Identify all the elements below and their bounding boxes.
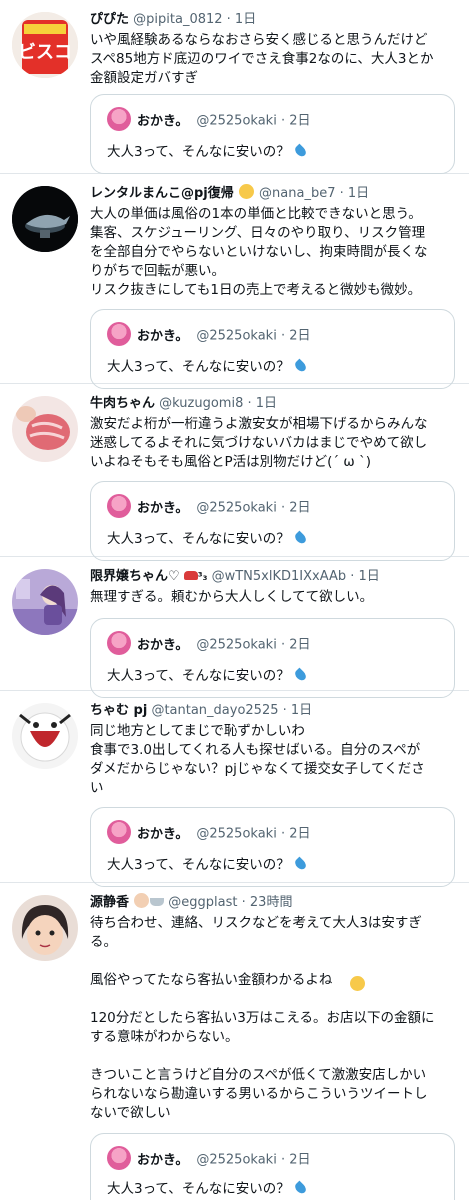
timestamp[interactable]: · 1日 — [340, 186, 370, 201]
tweet[interactable]: ビスコ ぴぴた @pipita_0812 · 1日 いや風経験あるならなおさら安… — [0, 0, 469, 174]
snack-box-avatar[interactable]: ビスコ — [12, 12, 78, 78]
handle[interactable]: @tantan_dayo2525 — [151, 703, 278, 718]
timestamp[interactable]: · 1日 — [247, 396, 277, 411]
quoted-name[interactable]: おかき。 — [137, 329, 188, 344]
tweet[interactable]: レンタルまんこ@pj復帰 @nana_be7 · 1日 大人の単価は風俗の1本の… — [0, 174, 469, 389]
quoted-tweet[interactable]: おかき。 @2525okaki · 2日 大人3って、そんなに安いの？ — [90, 618, 455, 698]
droplet-icon — [292, 143, 308, 159]
quoted-tweet[interactable]: おかき。 @2525okaki · 2日 大人3って、そんなに安いの？ — [90, 1133, 455, 1200]
display-name[interactable]: ちゃむ pj — [90, 703, 147, 718]
quoted-text: 大人3って、そんなに安いの？ — [107, 531, 290, 547]
magic-lamp-avatar[interactable] — [12, 186, 78, 252]
tweet-text: 同じ地方としてまじで恥ずかしいわ 食事で3.0出してくれる人も探せばいる。自分の… — [90, 723, 425, 796]
display-name[interactable]: ぴぴた — [90, 12, 129, 27]
tweet[interactable]: 源静香 @eggplast · 23時間 待ち合わせ、連絡、リスクなどを考えて大… — [0, 883, 469, 1200]
woman-emoji-icon — [134, 893, 150, 908]
quoted-handle[interactable]: @2525okaki — [196, 114, 276, 129]
handle[interactable]: @pipita_0812 — [133, 12, 222, 27]
timestamp[interactable]: · 23時間 — [242, 895, 293, 910]
quoted-name[interactable]: おかき。 — [137, 501, 188, 516]
tweet[interactable]: 限界嬢ちゃん♡ ³₃ @wTN5xlKD1IXxAAb · 1日 無理すぎる。頼… — [0, 557, 469, 698]
quoted-tweet[interactable]: おかき。 @2525okaki · 2日 大人3って、そんなに安いの？ — [90, 94, 455, 174]
quoted-name[interactable]: おかき。 — [137, 638, 188, 653]
quoted-timestamp[interactable]: · 2日 — [281, 114, 311, 129]
car-emoji-icon — [183, 571, 198, 580]
quoted-name[interactable]: おかき。 — [137, 1153, 188, 1168]
tweet-text: 激安だよ桁が一桁違うよ激安女が相場下げるからみんな 迷惑してるよそれに気づけない… — [90, 416, 428, 470]
sweat-smile-emoji-icon — [350, 976, 365, 991]
quoted-name[interactable]: おかき。 — [137, 114, 188, 129]
droplet-icon — [292, 530, 308, 546]
display-name[interactable]: 限界嬢ちゃん♡ — [90, 569, 180, 584]
quoted-text: 大人3って、そんなに安いの？ — [107, 1181, 290, 1197]
smiling-face-emoji-icon — [238, 184, 254, 199]
raw-meat-avatar[interactable] — [12, 396, 78, 462]
tweet-text: いや風経験あるならなおさら安く感じると思うんだけど スペ85地方ド底辺のワイでさ… — [90, 32, 434, 86]
shizuka-avatar[interactable] — [12, 895, 78, 961]
quoted-avatar[interactable] — [107, 1146, 131, 1170]
quoted-timestamp[interactable]: · 2日 — [281, 638, 311, 653]
display-name[interactable]: 牛肉ちゃん — [90, 396, 155, 411]
quoted-tweet[interactable]: おかき。 @2525okaki · 2日 大人3って、そんなに安いの？ — [90, 481, 455, 561]
display-name[interactable]: 源静香 — [90, 895, 129, 910]
tweet-text: 待ち合わせ、連絡、リスクなどを考えて大人3は安すぎ る。 風俗やってたなら客払い… — [90, 915, 435, 1121]
tweet[interactable]: ちゃむ pj @tantan_dayo2525 · 1日 同じ地方としてまじで恥… — [0, 691, 469, 887]
handle[interactable]: @nana_be7 — [259, 186, 335, 201]
quoted-text: 大人3って、そんなに安いの？ — [107, 144, 290, 160]
superscript-three-icon: ³₃ — [197, 570, 208, 583]
anime-girl-avatar[interactable] — [12, 569, 78, 635]
quoted-handle[interactable]: @2525okaki — [196, 638, 276, 653]
quoted-handle[interactable]: @2525okaki — [196, 1153, 276, 1168]
tweet-feed: ビスコ ぴぴた @pipita_0812 · 1日 いや風経験あるならなおさら安… — [0, 0, 469, 1200]
quoted-timestamp[interactable]: · 2日 — [281, 827, 311, 842]
quoted-timestamp[interactable]: · 2日 — [281, 501, 311, 516]
quoted-timestamp[interactable]: · 2日 — [281, 1153, 311, 1168]
quoted-handle[interactable]: @2525okaki — [196, 329, 276, 344]
droplet-icon — [292, 667, 308, 683]
droplet-icon — [292, 358, 308, 374]
timestamp[interactable]: · 1日 — [283, 703, 313, 718]
quoted-avatar[interactable] — [107, 322, 131, 346]
quoted-handle[interactable]: @2525okaki — [196, 827, 276, 842]
bathtub-emoji-icon — [150, 898, 165, 906]
quoted-handle[interactable]: @2525okaki — [196, 501, 276, 516]
quoted-avatar[interactable] — [107, 107, 131, 131]
display-name[interactable]: レンタルまんこ@pj復帰 — [90, 186, 234, 201]
quoted-avatar[interactable] — [107, 631, 131, 655]
droplet-icon — [292, 856, 308, 872]
quoted-text: 大人3って、そんなに安いの？ — [107, 359, 290, 375]
quoted-text: 大人3って、そんなに安いの？ — [107, 857, 290, 873]
quoted-avatar[interactable] — [107, 820, 131, 844]
quoted-timestamp[interactable]: · 2日 — [281, 329, 311, 344]
quoted-tweet[interactable]: おかき。 @2525okaki · 2日 大人3って、そんなに安いの？ — [90, 807, 455, 887]
tweet[interactable]: 牛肉ちゃん @kuzugomi8 · 1日 激安だよ桁が一桁違うよ激安女が相場下… — [0, 384, 469, 561]
tweet-text: 大人の単価は風俗の1本の単価と比較できないと思う。 集客、スケジューリング、日々… — [90, 206, 428, 298]
handle[interactable]: @eggplast — [168, 895, 237, 910]
quoted-tweet[interactable]: おかき。 @2525okaki · 2日 大人3って、そんなに安いの？ — [90, 309, 455, 389]
quoted-avatar[interactable] — [107, 494, 131, 518]
quoted-text: 大人3って、そんなに安いの？ — [107, 668, 290, 684]
tweet-text: 無理すぎる。頼むから大人しくしてて欲しい。 — [90, 589, 374, 605]
droplet-icon — [292, 1180, 308, 1196]
timestamp[interactable]: · 1日 — [350, 569, 380, 584]
character-avatar[interactable] — [12, 703, 78, 769]
quoted-name[interactable]: おかき。 — [137, 827, 188, 842]
handle[interactable]: @wTN5xlKD1IXxAAb — [212, 569, 347, 584]
timestamp[interactable]: · 1日 — [227, 12, 257, 27]
handle[interactable]: @kuzugomi8 — [159, 396, 243, 411]
svg-text:ビスコ: ビスコ — [18, 42, 72, 63]
